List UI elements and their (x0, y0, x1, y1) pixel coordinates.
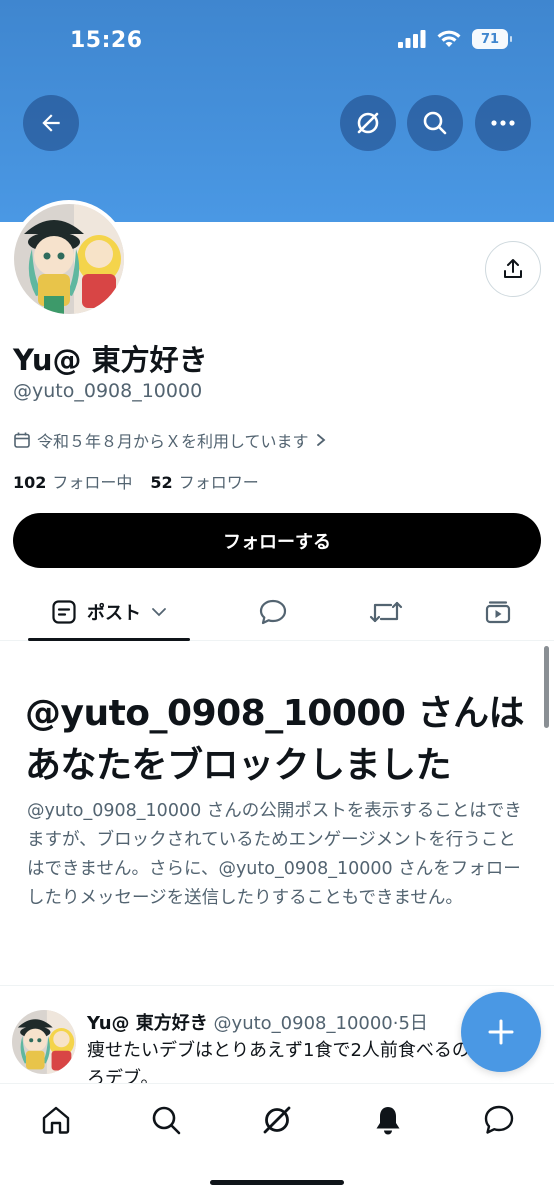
tab-media[interactable] (478, 583, 518, 640)
tab-posts[interactable]: ポスト (28, 583, 190, 640)
post-header: Yu@ 東方好き @yuto_0908_10000·5日 (87, 1009, 428, 1035)
arrow-left-icon (42, 114, 60, 132)
follow-button[interactable]: フォローする (13, 513, 541, 568)
divider (0, 985, 554, 986)
post-avatar[interactable] (12, 1010, 76, 1074)
joined-text: 令和５年８月からＸを利用しています (37, 432, 309, 451)
post-icon (52, 599, 76, 624)
post-time: ·5日 (392, 1013, 428, 1034)
profile-name: Yu@ 東方好き (13, 343, 208, 377)
status-time: 15:26 (70, 28, 143, 53)
profile-avatar[interactable] (10, 200, 128, 318)
post-author-name[interactable]: Yu@ 東方好き (87, 1013, 208, 1034)
video-icon (485, 600, 511, 623)
chevron-right-icon (316, 434, 325, 446)
battery-indicator: 71 (472, 29, 512, 49)
grok-icon (357, 112, 379, 134)
following-link[interactable]: 102 フォロー中 (13, 469, 132, 493)
tab-replies[interactable] (253, 583, 293, 640)
signal-icon (398, 30, 426, 48)
more-icon (491, 120, 515, 126)
compose-button[interactable] (461, 992, 541, 1072)
follow-stats: 102 フォロー中 52 フォロワー (13, 469, 259, 493)
home-indicator (210, 1180, 344, 1185)
nav-grok[interactable] (257, 1100, 297, 1140)
repost-icon (369, 601, 403, 622)
followers-link[interactable]: 52 フォロワー (150, 469, 258, 493)
followers-label: フォロワー (178, 473, 259, 492)
nav-notifications[interactable] (368, 1100, 408, 1140)
post-text[interactable]: 痩せたいデブはとりあえず1食で2人前食べるのやめろデブ。 (87, 1037, 517, 1085)
chevron-down-icon (152, 607, 166, 616)
wifi-icon (437, 30, 461, 47)
grok-button[interactable] (340, 95, 396, 151)
more-button[interactable] (475, 95, 531, 151)
scrollbar[interactable] (544, 646, 549, 728)
avatar-image (14, 204, 124, 314)
tab-posts-label: ポスト (87, 602, 141, 624)
followers-count: 52 (150, 473, 173, 492)
status-icons: 71 (398, 29, 512, 49)
home-icon (42, 1106, 70, 1134)
tab-reposts[interactable] (366, 583, 406, 640)
calendar-icon (14, 432, 30, 448)
bell-icon (376, 1107, 400, 1135)
nav-messages[interactable] (479, 1100, 519, 1140)
back-button[interactable] (23, 95, 79, 151)
search-button[interactable] (407, 95, 463, 151)
avatar-image (12, 1010, 76, 1074)
search-icon (152, 1106, 181, 1135)
following-label: フォロー中 (52, 473, 133, 492)
nav-explore[interactable] (146, 1100, 186, 1140)
grok-icon (263, 1106, 291, 1134)
plus-icon (488, 1019, 514, 1045)
share-icon (504, 259, 522, 278)
following-count: 102 (13, 473, 47, 492)
share-button[interactable] (485, 241, 541, 297)
profile-tabs: ポスト (0, 583, 554, 641)
blocked-title: @yuto_0908_10000 さんはあなたをブロックしました (25, 693, 525, 786)
blocked-description: @yuto_0908_10000 さんの公開ポストを表示することはできますが、ブ… (27, 801, 522, 908)
profile-handle: @yuto_0908_10000 (13, 380, 203, 402)
message-icon (484, 1105, 514, 1134)
search-icon (423, 111, 447, 135)
joined-date[interactable]: 令和５年８月からＸを利用しています (13, 428, 327, 452)
nav-home[interactable] (36, 1100, 76, 1140)
reply-icon (259, 599, 287, 624)
post-author-handle[interactable]: @yuto_0908_10000 (214, 1013, 393, 1034)
tab-active-indicator (28, 638, 190, 641)
